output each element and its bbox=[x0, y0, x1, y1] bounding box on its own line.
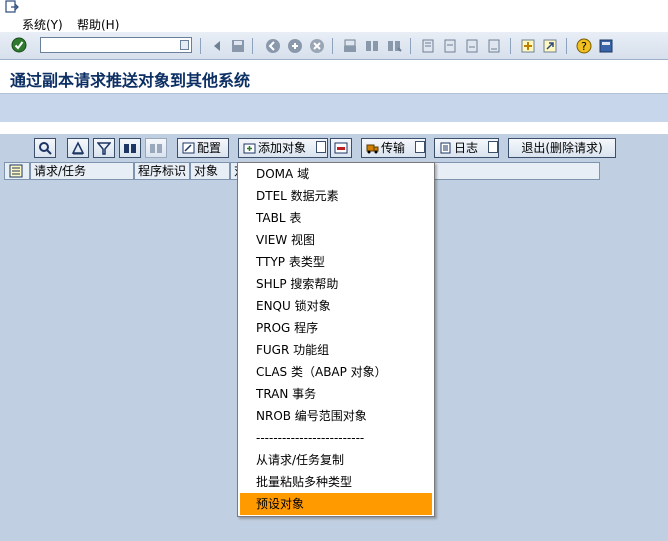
menu-logo-icon[interactable] bbox=[4, 0, 20, 14]
back-small-icon[interactable] bbox=[210, 38, 226, 54]
menu-item-tran[interactable]: TRAN 事务 bbox=[240, 383, 432, 405]
add-object-icon bbox=[243, 143, 256, 154]
column-header-program-id[interactable]: 程序标识 bbox=[134, 162, 190, 180]
menu-item-preset-objects[interactable]: 预设对象 bbox=[240, 493, 432, 515]
menu-item-tabl[interactable]: TABL 表 bbox=[240, 207, 432, 229]
menu-item-prog[interactable]: PROG 程序 bbox=[240, 317, 432, 339]
column-header-request-task[interactable]: 请求/任务 bbox=[30, 162, 134, 180]
next-page-icon[interactable] bbox=[464, 38, 480, 54]
command-field[interactable] bbox=[40, 37, 192, 53]
menu-item-doma[interactable]: DOMA 域 bbox=[240, 163, 432, 185]
command-dropdown-icon[interactable] bbox=[180, 40, 189, 50]
truck-icon bbox=[366, 144, 379, 154]
config-label: 配置 bbox=[197, 141, 222, 155]
shortcut-icon[interactable] bbox=[542, 38, 558, 54]
log-button[interactable]: 日志 bbox=[434, 138, 499, 158]
magnifier-icon bbox=[39, 142, 52, 155]
log-dropdown-icon[interactable] bbox=[487, 141, 498, 153]
filter-icon bbox=[96, 142, 112, 155]
select-all-icon bbox=[9, 164, 23, 178]
find-button[interactable] bbox=[119, 138, 141, 158]
menu-bar: 系统(Y) 帮助(H) bbox=[0, 0, 668, 32]
transport-dropdown-icon[interactable] bbox=[414, 141, 425, 153]
log-icon bbox=[440, 142, 451, 154]
standard-toolbar: ? bbox=[0, 32, 668, 60]
sort-ascending-icon bbox=[71, 141, 85, 155]
exit-delete-request-button[interactable]: 退出(删除请求) bbox=[508, 138, 616, 158]
menu-item-dtel[interactable]: DTEL 数据元素 bbox=[240, 185, 432, 207]
transport-button[interactable]: 传输 bbox=[361, 138, 426, 158]
print-icon[interactable] bbox=[342, 38, 358, 54]
menu-item-enqu[interactable]: ENQU 锁对象 bbox=[240, 295, 432, 317]
find-next-icon[interactable] bbox=[386, 38, 402, 54]
menu-item-nrob[interactable]: NROB 编号范围对象 bbox=[240, 405, 432, 427]
prev-page-icon[interactable] bbox=[442, 38, 458, 54]
menu-item-ttyp[interactable]: TTYP 表类型 bbox=[240, 251, 432, 273]
save-icon[interactable] bbox=[230, 38, 246, 54]
first-page-icon[interactable] bbox=[420, 38, 436, 54]
help-icon[interactable]: ? bbox=[576, 38, 592, 54]
last-page-icon[interactable] bbox=[486, 38, 502, 54]
remove-object-icon bbox=[334, 142, 348, 154]
enter-icon[interactable] bbox=[11, 37, 27, 53]
column-header-object[interactable]: 对象 bbox=[190, 162, 230, 180]
detail-button[interactable] bbox=[34, 138, 56, 158]
select-all-column[interactable] bbox=[4, 162, 30, 180]
menu-separator: ------------------------- bbox=[256, 431, 365, 445]
menu-item-copy-from-request[interactable]: 从请求/任务复制 bbox=[240, 449, 432, 471]
add-object-dropdown-icon[interactable] bbox=[315, 141, 326, 153]
menu-item-view[interactable]: VIEW 视图 bbox=[240, 229, 432, 251]
divider-band bbox=[0, 122, 668, 134]
layout-icon[interactable] bbox=[598, 38, 614, 54]
remove-object-button[interactable] bbox=[330, 138, 352, 158]
log-label: 日志 bbox=[454, 141, 479, 155]
transport-label: 传输 bbox=[381, 141, 406, 155]
add-object-button[interactable]: 添加对象 bbox=[238, 138, 328, 158]
cancel-icon[interactable] bbox=[309, 38, 325, 54]
add-object-dropdown-menu: DOMA 域 DTEL 数据元素 TABL 表 VIEW 视图 TTYP 表类型… bbox=[237, 162, 435, 517]
header-strip bbox=[0, 94, 668, 122]
config-icon bbox=[182, 142, 195, 154]
menu-item-shlp[interactable]: SHLP 搜索帮助 bbox=[240, 273, 432, 295]
column-header-extra[interactable] bbox=[434, 162, 600, 180]
menu-system[interactable]: 系统(Y) bbox=[22, 16, 63, 33]
binoculars-next-icon bbox=[150, 144, 162, 153]
svg-text:?: ? bbox=[581, 40, 587, 53]
filter-button[interactable] bbox=[93, 138, 115, 158]
menu-item-clas[interactable]: CLAS 类（ABAP 对象） bbox=[240, 361, 432, 383]
config-button[interactable]: 配置 bbox=[177, 138, 229, 158]
exit-icon[interactable] bbox=[287, 38, 303, 54]
find-next-button[interactable] bbox=[145, 138, 167, 158]
binoculars-icon bbox=[124, 144, 136, 153]
menu-help[interactable]: 帮助(H) bbox=[77, 16, 119, 33]
menu-item-bulk-paste[interactable]: 批量粘贴多种类型 bbox=[240, 471, 432, 493]
new-session-icon[interactable] bbox=[520, 38, 536, 54]
find-icon[interactable] bbox=[364, 38, 380, 54]
menu-item-fugr[interactable]: FUGR 功能组 bbox=[240, 339, 432, 361]
back-icon[interactable] bbox=[265, 38, 281, 54]
page-title: 通过副本请求推送对象到其他系统 bbox=[10, 71, 251, 90]
sort-ascending-button[interactable] bbox=[67, 138, 89, 158]
add-object-label: 添加对象 bbox=[258, 141, 307, 155]
